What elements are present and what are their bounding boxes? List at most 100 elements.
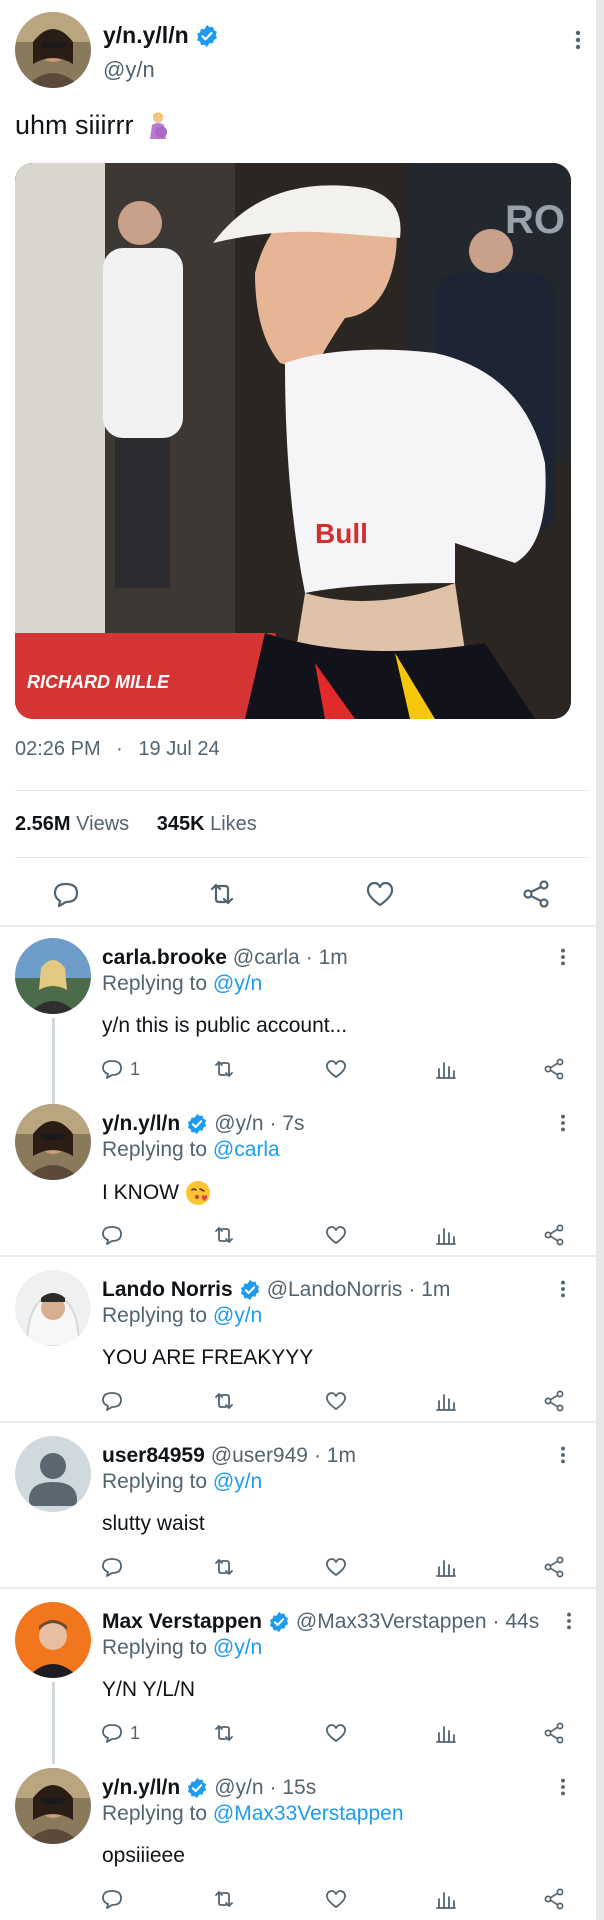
like-icon[interactable] [324,1222,348,1248]
replying-to-handle[interactable]: @y/n [213,1636,262,1659]
replying-label: Replying to [102,1636,208,1659]
replying-to-handle[interactable]: @y/n [213,1470,262,1493]
display-name[interactable]: carla.brooke [102,946,227,970]
likes-label: Likes [210,813,257,835]
handle[interactable]: @Max33Verstappen [296,1610,487,1634]
display-name[interactable]: user84959 [102,1444,205,1468]
handle[interactable]: @y/n [103,57,155,83]
replying-to-handle[interactable]: @Max33Verstappen [213,1802,404,1825]
replying-to: Replying to @y/n [102,1304,262,1328]
replying-to: Replying to @y/n [102,1636,262,1660]
share-icon[interactable] [520,878,552,910]
handle[interactable]: @LandoNorris [267,1278,403,1302]
like-icon[interactable] [324,1388,348,1414]
retweet-icon[interactable] [212,1388,236,1414]
views-icon[interactable] [434,1720,458,1746]
timestamp[interactable]: · 1m [306,946,348,970]
display-name[interactable]: y/n.y/l/n [102,1112,180,1136]
likes-stat[interactable]: 345K Likes [157,813,257,835]
display-name[interactable]: Lando Norris [102,1278,233,1302]
share-icon[interactable] [542,1222,566,1248]
more-options-icon[interactable] [552,1278,574,1300]
like-icon[interactable] [324,1886,348,1912]
default-avatar[interactable] [15,1436,91,1512]
timestamp[interactable]: · 1m [314,1444,356,1468]
more-options-icon[interactable] [552,1444,574,1466]
reply-button[interactable] [100,1886,130,1912]
scrollbar-track[interactable] [596,0,604,1920]
like-icon[interactable] [324,1554,348,1580]
timestamp[interactable]: · 44s [493,1610,540,1634]
avatar[interactable] [15,1270,91,1346]
reply-text-content: slutty waist [102,1512,205,1535]
replying-label: Replying to [102,1304,208,1327]
replying-to-handle[interactable]: @y/n [213,972,262,995]
reply-header: carla.brooke @carla · 1m [102,946,348,970]
reply-text: y/n this is public account... [102,1014,347,1038]
tweet-actions [0,870,596,920]
retweet-icon[interactable] [212,1056,236,1082]
views-icon[interactable] [434,1886,458,1912]
timestamp[interactable]: · 1m [408,1278,450,1302]
reply-button[interactable] [100,1554,130,1580]
display-name[interactable]: y/n.y/l/n [102,1776,180,1800]
views-icon[interactable] [434,1222,458,1248]
views-icon[interactable] [434,1388,458,1414]
display-name[interactable]: y/n.y/l/n [103,22,219,49]
views-icon[interactable] [434,1554,458,1580]
time-text: 02:26 PM [15,738,101,760]
more-options-icon[interactable] [552,1776,574,1798]
avatar[interactable] [15,1768,91,1844]
retweet-icon[interactable] [212,1222,236,1248]
share-icon[interactable] [542,1720,566,1746]
avatar[interactable] [15,1104,91,1180]
avatar[interactable] [15,1602,91,1678]
retweet-icon[interactable] [206,878,238,910]
replying-label: Replying to [102,1470,208,1493]
divider [0,1587,596,1589]
reply-header: user84959 @user949 · 1m [102,1444,356,1468]
timestamp[interactable]: 02:26 PM · 19 Jul 24 [15,738,220,761]
replying-to-handle[interactable]: @carla [213,1138,280,1161]
share-icon[interactable] [542,1056,566,1082]
verified-badge-icon [268,1611,290,1633]
retweet-icon[interactable] [212,1720,236,1746]
more-options-icon[interactable] [552,946,574,968]
display-name[interactable]: Max Verstappen [102,1610,262,1634]
handle[interactable]: @user949 [211,1444,308,1468]
share-icon[interactable] [542,1886,566,1912]
reply-button[interactable] [100,1222,130,1248]
retweet-icon[interactable] [212,1554,236,1580]
like-icon[interactable] [324,1720,348,1746]
reply-button[interactable]: 1 [100,1056,140,1082]
share-icon[interactable] [542,1554,566,1580]
replying-to-handle[interactable]: @y/n [213,1304,262,1327]
handle[interactable]: @y/n [214,1776,263,1800]
like-icon[interactable] [364,878,396,910]
share-icon[interactable] [542,1388,566,1414]
timestamp[interactable]: · 15s [270,1776,317,1800]
reply-text-content: opsiiieee [102,1844,185,1867]
tweet-photo[interactable]: RO RICHARD MILLE Bull [15,163,571,719]
reply-button[interactable] [100,1388,130,1414]
views-icon[interactable] [434,1056,458,1082]
handle[interactable]: @carla [233,946,300,970]
more-options-icon[interactable] [552,1112,574,1134]
avatar[interactable] [15,938,91,1014]
more-options-icon[interactable] [566,28,590,52]
timestamp[interactable]: · 7s [270,1112,305,1136]
like-icon[interactable] [324,1056,348,1082]
views-stat[interactable]: 2.56M Views [15,813,129,835]
avatar[interactable] [15,12,91,88]
reply-text-content: Y/N Y/L/N [102,1678,195,1701]
reply-text: I KNOW [102,1180,211,1206]
reply-header: y/n.y/l/n @y/n · 15s [102,1776,316,1800]
reply-actions [100,1388,580,1416]
handle[interactable]: @y/n [214,1112,263,1136]
retweet-icon[interactable] [212,1886,236,1912]
reply-icon[interactable] [50,878,82,910]
reply-button[interactable]: 1 [100,1720,140,1746]
more-options-icon[interactable] [558,1610,580,1632]
reply-actions [100,1886,580,1914]
thread-line [52,1682,55,1764]
